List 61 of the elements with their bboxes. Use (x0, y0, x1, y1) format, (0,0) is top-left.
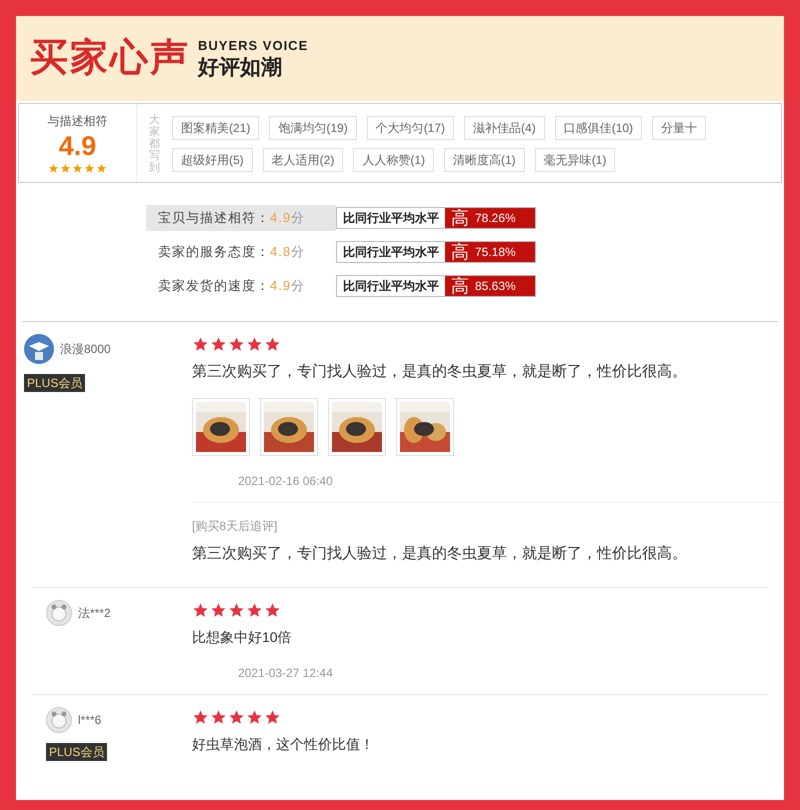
star-icon (96, 163, 107, 174)
level-word: 高 (445, 208, 469, 228)
star-icon (210, 602, 227, 619)
tag-chip[interactable]: 人人称赞(1) (353, 148, 434, 172)
review-text: 第三次购买了，专门找人验过，是真的冬虫夏草，就是断了，性价比很高。 (192, 362, 688, 382)
star-icon (246, 336, 263, 353)
star-icon (48, 163, 59, 174)
star-icon (192, 602, 209, 619)
star-icon (264, 602, 281, 619)
overall-score: 4.9 (58, 130, 96, 163)
star-icon (60, 163, 71, 174)
star-icon (264, 709, 281, 726)
tag-chip[interactable]: 滋补佳品(4) (464, 116, 545, 140)
star-icon (192, 709, 209, 726)
percent-value: 75.18% (469, 242, 535, 262)
percent-value: 78.26% (469, 208, 535, 228)
review-text: 比想象中好10倍 (192, 628, 293, 647)
rating-label: 卖家的服务态度：4.8分 (157, 243, 306, 262)
level-word: 高 (445, 276, 469, 296)
tag-chip[interactable]: 口感俱佳(10) (554, 116, 642, 140)
star-icon (246, 709, 263, 726)
subtitle: 好评如潮 (198, 55, 283, 82)
username: 浪漫8000 (60, 341, 111, 358)
member-badge: PLUS会员 (46, 743, 108, 761)
star-icon (228, 336, 245, 353)
star-icon (210, 709, 227, 726)
review-date: 2021-02-16 06:40 (238, 472, 334, 490)
rating-label: 卖家发货的速度：4.9分 (157, 277, 306, 296)
avatar-icon (46, 707, 72, 733)
avatar-icon (24, 334, 54, 364)
score-label: 与描述相符 (48, 112, 108, 130)
tag-chip[interactable]: 个大均匀(17) (366, 116, 454, 140)
tag-chip[interactable]: 老人适用(2) (262, 148, 344, 172)
star-icon (246, 602, 263, 619)
percent-value: 85.63% (469, 276, 535, 296)
star-icon (264, 336, 281, 353)
english-subtitle: BUYERS VOICE (198, 36, 308, 55)
star-icon (192, 336, 209, 353)
tag-chip[interactable]: 饱满均匀(19) (269, 116, 357, 140)
followup-label: [购买8天后追评] (192, 518, 278, 534)
followup-text: 第三次购买了，专门找人验过，是真的冬虫夏草，就是断了，性价比很高。 (192, 544, 688, 564)
member-badge: PLUS会员 (24, 374, 86, 392)
level-word: 高 (445, 242, 469, 262)
tag-chip[interactable]: 分量十 (652, 116, 706, 140)
review-text: 好虫草泡酒，这个性价比值！ (192, 735, 375, 754)
tag-chip[interactable]: 毫无异味(1) (534, 148, 616, 172)
tag-chip[interactable]: 清晰度高(1) (444, 148, 525, 172)
star-icon (72, 163, 83, 174)
avatar-icon (46, 600, 72, 626)
star-icon (228, 602, 245, 619)
review-date: 2021-03-27 12:44 (238, 665, 334, 682)
section-title: 买家心声 (30, 36, 190, 81)
rating-label: 宝贝与描述相符：4.9分 (146, 205, 336, 231)
tag-chip[interactable]: 超级好用(5) (172, 148, 253, 172)
tags-heading: 大家都写到 (149, 114, 160, 176)
star-icon (210, 336, 227, 353)
star-icon (228, 709, 245, 726)
tag-chip[interactable]: 图案精美(21) (172, 116, 260, 140)
username: l***6 (78, 712, 102, 729)
star-icon (84, 163, 95, 174)
username: 法***2 (78, 605, 111, 622)
